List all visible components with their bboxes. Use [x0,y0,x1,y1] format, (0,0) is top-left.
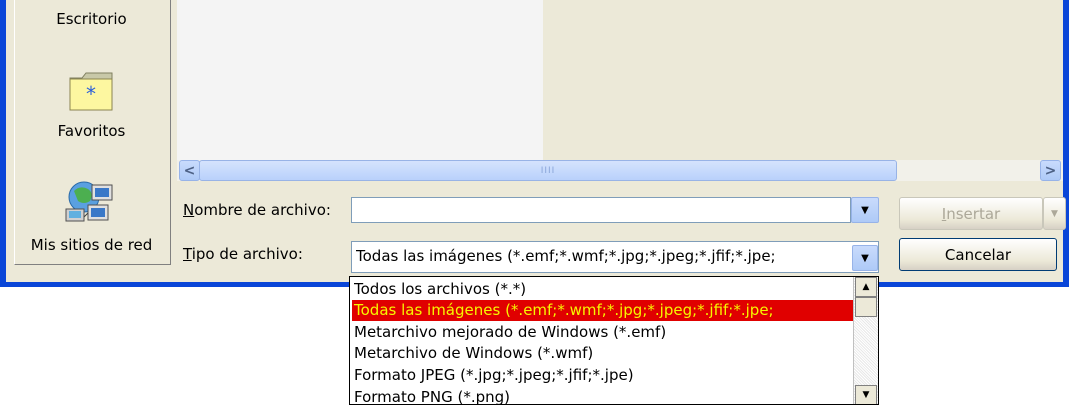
cancel-label: Cancelar [944,245,1012,264]
place-favorites-label: Favoritos [57,122,126,140]
scroll-down-icon[interactable]: ▼ [855,385,877,404]
insert-split-button[interactable]: ▼ [1043,197,1066,230]
scroll-up-icon[interactable]: ▲ [855,277,877,297]
dropdown-option-selected[interactable]: Todas las imágenes (*.emf;*.wmf;*.jpg;*.… [352,300,856,321]
dropdown-option[interactable]: Formato JPEG (*.jpg;*.jpeg;*.jfif;*.jpe) [354,365,856,386]
filetype-label: Tipo de archivo: [183,245,303,263]
filetype-label-text: ipo de archivo: [191,245,303,263]
place-desktop-label: Escritorio [56,10,127,28]
filename-label: Nombre de archivo: [183,201,331,219]
window-frame-right [1063,0,1069,287]
scroll-right-icon[interactable]: > [1040,160,1061,181]
chevron-down-icon: ▼ [1051,208,1058,219]
chevron-down-icon[interactable]: ▼ [852,245,878,271]
cancel-button[interactable]: Cancelar [899,238,1057,271]
scroll-left-icon[interactable]: < [179,160,200,181]
file-list-empty-area [543,0,1063,160]
network-places-icon [64,175,118,229]
filetype-dropdown-list[interactable]: Todos los archivos (*.*) Todas las imáge… [349,276,879,405]
folder-star-icon: * [68,68,114,114]
filetype-label-accel: T [183,245,192,263]
window-frame-left [0,0,6,287]
filename-label-accel: N [183,201,195,219]
dropdown-option[interactable]: Metarchivo mejorado de Windows (*.emf) [354,322,856,343]
scrollbar-thumb[interactable]: IIII [199,160,897,181]
filename-input[interactable] [351,197,851,223]
dropdown-option[interactable]: Metarchivo de Windows (*.wmf) [354,343,856,364]
vertical-scrollbar-thumb[interactable] [855,297,877,317]
place-desktop[interactable]: Escritorio [14,10,169,28]
filetype-value: Todas las imágenes (*.emf;*.wmf;*.jpg;*.… [356,247,776,265]
scrollbar-grip: IIII [540,165,556,176]
dropdown-option[interactable]: Todos los archivos (*.*) [354,279,856,300]
filename-label-text: ombre de archivo: [194,201,331,219]
place-network[interactable]: Mis sitios de red [14,236,169,254]
vertical-scrollbar[interactable]: ▲ ▼ [853,277,878,404]
svg-text:*: * [86,82,96,106]
dropdown-option[interactable]: Formato PNG (*.png) [354,387,856,404]
insert-label: nsertar [946,204,1001,223]
horizontal-scrollbar[interactable]: < IIII > [177,160,1063,181]
file-list[interactable] [177,0,543,160]
place-favorites[interactable]: Favoritos [14,122,169,140]
insert-button[interactable]: Insertar [899,197,1043,230]
place-network-label: Mis sitios de red [30,236,153,254]
chevron-down-icon[interactable]: ▼ [851,197,879,223]
